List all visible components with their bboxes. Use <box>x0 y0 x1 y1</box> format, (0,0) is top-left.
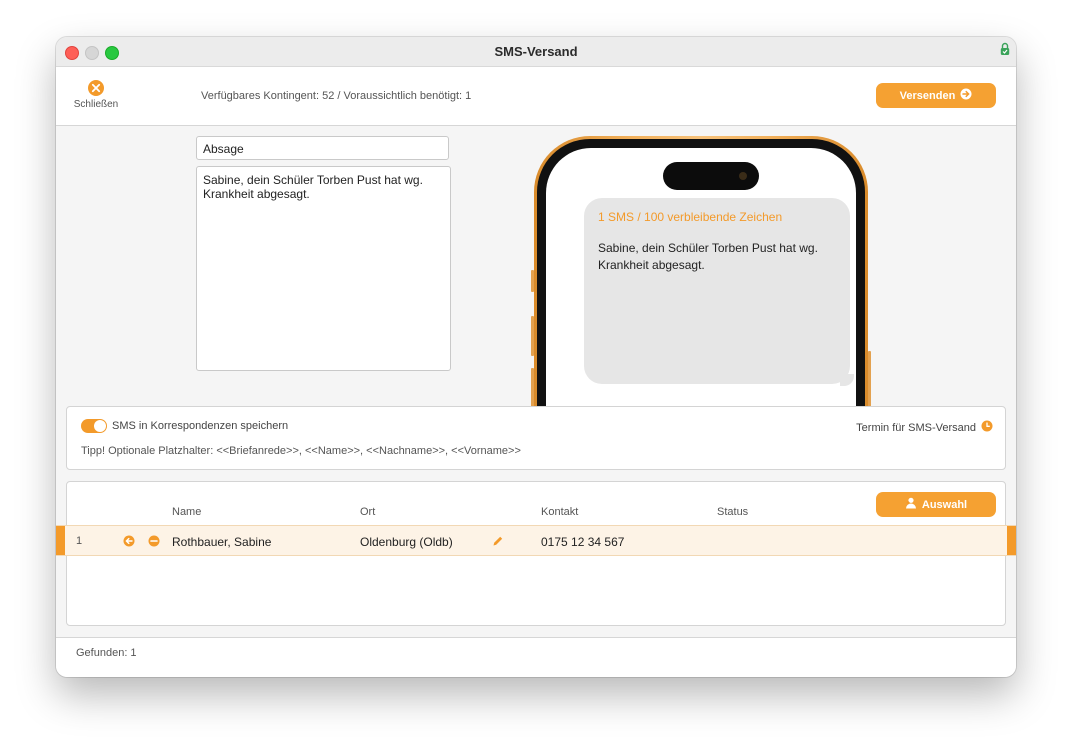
phone-volume-down <box>531 368 534 408</box>
arrow-right-circle-icon <box>960 88 972 103</box>
toolbar: Schließen Verfügbares Kontingent: 52 / V… <box>56 67 1016 126</box>
clock-icon <box>981 420 993 435</box>
save-correspondence-label: SMS in Korrespondenzen speichern <box>112 420 289 432</box>
subject-input[interactable]: Absage <box>196 136 449 160</box>
column-header-name[interactable]: Name <box>172 506 201 518</box>
row-ort: Oldenburg (Oldb) <box>360 535 453 549</box>
found-count: Gefunden: 1 <box>76 647 137 659</box>
window-title: SMS-Versand <box>494 44 578 59</box>
phone-power-button <box>868 351 871 411</box>
sms-preview-text: Sabine, dein Schüler Torben Pust hat wg.… <box>598 241 818 272</box>
column-header-status[interactable]: Status <box>717 506 748 518</box>
kontingent-text: Verfügbares Kontingent: 52 / Voraussicht… <box>201 90 472 102</box>
footer: Gefunden: 1 <box>56 637 1016 677</box>
row-number: 1 <box>76 535 83 547</box>
minus-circle-icon[interactable] <box>148 534 160 552</box>
phone-action-button <box>531 270 534 292</box>
column-header-ort[interactable]: Ort <box>360 506 375 518</box>
title-bar: SMS-Versand <box>56 37 1016 67</box>
save-correspondence-toggle[interactable] <box>81 419 107 433</box>
row-kontakt: 0175 12 34 567 <box>541 535 625 549</box>
phone-screen: 1 SMS / 100 verbleibende Zeichen Sabine,… <box>546 148 856 416</box>
placeholder-tip: Tipp! Optionale Platzhalter: <<Briefanre… <box>81 445 521 457</box>
termin-label: Termin für SMS-Versand <box>856 421 976 434</box>
column-header-kontakt[interactable]: Kontakt <box>541 506 578 518</box>
send-button[interactable]: Versenden <box>876 83 996 108</box>
send-label: Versenden <box>899 89 956 102</box>
sms-count: 1 SMS / 100 verbleibende Zeichen <box>598 210 783 224</box>
dynamic-island <box>663 162 759 190</box>
phone-volume-up <box>531 316 534 356</box>
close-circle-icon <box>72 79 120 97</box>
bubble-tail <box>840 374 854 386</box>
row-name: Rothbauer, Sabine <box>172 535 272 549</box>
message-textarea[interactable]: Sabine, dein Schüler Torben Pust hat wg.… <box>196 166 451 371</box>
table-row[interactable]: 1 Rothbauer, Sabine Oldenburg (Oldb) 017… <box>56 525 1016 556</box>
sms-bubble: 1 SMS / 100 verbleibende Zeichen Sabine,… <box>584 198 850 384</box>
termin-button[interactable]: Termin für SMS-Versand <box>856 420 993 435</box>
phone-preview: 1 SMS / 100 verbleibende Zeichen Sabine,… <box>531 136 871 416</box>
lock-icon <box>1000 42 1010 61</box>
auswahl-label: Auswahl <box>921 498 968 511</box>
auswahl-button[interactable]: Auswahl <box>876 492 996 517</box>
close-button[interactable]: Schließen <box>72 79 120 110</box>
arrow-left-circle-icon[interactable] <box>123 534 135 552</box>
user-add-icon <box>905 497 917 512</box>
sms-window: SMS-Versand Schließen Verfügbares Kontin… <box>56 37 1016 677</box>
close-label: Schließen <box>73 99 119 110</box>
options-panel: SMS in Korrespondenzen speichern Termin … <box>66 406 1006 470</box>
pencil-icon[interactable] <box>492 534 504 552</box>
